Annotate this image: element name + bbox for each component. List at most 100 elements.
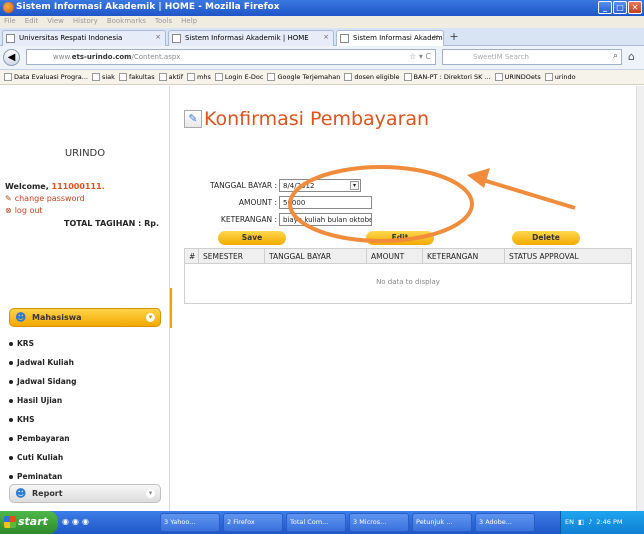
- window-titlebar: Sistem Informasi Akademik | HOME - Mozil…: [0, 0, 644, 16]
- menu-edit[interactable]: Edit: [25, 17, 39, 27]
- log-out-link[interactable]: ⊗ log out: [5, 206, 43, 215]
- task-button[interactable]: Petunjuk ...: [412, 513, 472, 532]
- column-header[interactable]: TANGGAL BAYAR: [265, 249, 367, 263]
- bookmark-label: Data Evaluasi Progra...: [14, 73, 88, 81]
- minimize-icon[interactable]: _: [598, 1, 612, 14]
- bookmark-item[interactable]: BAN-PT : Direktori SK ...: [403, 73, 491, 81]
- bookmark-item[interactable]: Login E-Doc: [214, 73, 263, 81]
- tab-close-icon[interactable]: ×: [155, 33, 161, 41]
- start-button[interactable]: start: [0, 511, 58, 534]
- menu-item-jadwal-sidang[interactable]: Jadwal Sidang: [9, 372, 77, 391]
- close-icon[interactable]: ✕: [628, 1, 642, 14]
- menu-item-label: Jadwal Kuliah: [17, 358, 74, 367]
- bookmark-item[interactable]: aktif: [158, 73, 183, 81]
- search-icon[interactable]: ⌕: [613, 51, 618, 61]
- change-password-link[interactable]: ✎ change password: [5, 194, 85, 203]
- tab-siakad-1[interactable]: Sistem Informasi Akademik | HOME ×: [168, 30, 334, 46]
- bookmark-star-icon[interactable]: ☆ ▾ C: [409, 52, 431, 61]
- task-button[interactable]: 3 Adobe...: [475, 513, 535, 532]
- task-button[interactable]: 2 Firefox: [223, 513, 283, 532]
- tray-icon[interactable]: ◧: [578, 518, 584, 534]
- bookmark-item[interactable]: Data Evaluasi Progra...: [4, 73, 88, 81]
- page-icon: [267, 73, 276, 81]
- bookmark-item[interactable]: urindo: [544, 73, 576, 81]
- bookmark-item[interactable]: mhs: [187, 73, 211, 81]
- menu-help[interactable]: Help: [181, 17, 197, 27]
- page-icon: [340, 34, 349, 43]
- task-button[interactable]: 3 Micros...: [349, 513, 409, 532]
- menu-tools[interactable]: Tools: [155, 17, 172, 27]
- save-button[interactable]: Save: [218, 231, 286, 245]
- bookmark-item[interactable]: fakultas: [118, 73, 155, 81]
- edit-button[interactable]: Edit: [366, 231, 434, 245]
- column-header[interactable]: STATUS APPROVAL: [505, 249, 631, 263]
- quick-launch-icon[interactable]: ◉: [62, 517, 69, 526]
- menu-report[interactable]: ☻ Report ▾: [9, 484, 161, 503]
- grid-header: # SEMESTER TANGGAL BAYAR AMOUNT KETERANG…: [184, 248, 632, 264]
- amount-input[interactable]: 50000: [279, 196, 372, 209]
- language-indicator[interactable]: EN: [565, 518, 574, 534]
- bookmark-item[interactable]: Google Terjemahan: [267, 73, 340, 81]
- column-header[interactable]: #: [185, 249, 199, 263]
- page-icon: [118, 73, 127, 81]
- menu-item-jadwal-kuliah[interactable]: Jadwal Kuliah: [9, 353, 77, 372]
- page-title: ✎ Konfirmasi Pembayaran: [184, 108, 429, 130]
- column-header[interactable]: KETERANGAN: [423, 249, 505, 263]
- page-icon: [172, 34, 181, 43]
- bookmark-item[interactable]: siak: [91, 73, 115, 81]
- menu-item-khs[interactable]: KHS: [9, 410, 77, 429]
- chevron-down-icon[interactable]: ▾: [350, 181, 359, 190]
- tanggal-bayar-input[interactable]: 8/4/2012 ▾: [279, 179, 361, 192]
- key-icon: ✎: [5, 194, 12, 203]
- menu-item-cuti-kuliah[interactable]: Cuti Kuliah: [9, 448, 77, 467]
- amount-value: 50000: [283, 199, 306, 207]
- bookmark-label: mhs: [197, 73, 211, 81]
- back-button[interactable]: ◀: [3, 49, 20, 66]
- search-input[interactable]: SweetIM Search ⌕: [442, 49, 622, 65]
- page-icon: [214, 73, 223, 81]
- column-header[interactable]: AMOUNT: [367, 249, 423, 263]
- volume-icon[interactable]: ♪: [588, 518, 592, 534]
- page-icon: [4, 73, 12, 81]
- page-scrollbar[interactable]: [636, 86, 644, 511]
- menu-item-label: Peminatan: [17, 472, 63, 481]
- window-controls: _ □ ✕: [598, 1, 642, 14]
- page-icon: [91, 73, 100, 81]
- tab-close-icon[interactable]: ×: [433, 33, 439, 41]
- site-icon: [6, 34, 15, 43]
- menu-item-pembayaran[interactable]: Pembayaran: [9, 429, 77, 448]
- page-icon: [158, 73, 167, 81]
- bullet-icon: [9, 474, 13, 479]
- bookmark-item[interactable]: dosen eligible: [344, 73, 400, 81]
- start-label: start: [18, 515, 48, 528]
- column-header[interactable]: SEMESTER: [199, 249, 265, 263]
- menu-item-label: Cuti Kuliah: [17, 453, 64, 462]
- delete-button[interactable]: Delete: [512, 231, 580, 245]
- quick-launch-icon[interactable]: ◉: [82, 517, 89, 526]
- menu-item-hasil-ujian[interactable]: Hasil Ujian: [9, 391, 77, 410]
- menu-file[interactable]: File: [4, 17, 16, 27]
- new-tab-button[interactable]: +: [447, 31, 461, 44]
- menu-history[interactable]: History: [73, 17, 98, 27]
- tab-siakad-2[interactable]: Sistem Informasi Akademik | HOME ×: [336, 30, 444, 46]
- menu-mahasiswa[interactable]: ☻ Mahasiswa ▾: [9, 308, 161, 327]
- bookmark-item[interactable]: URINDOets: [494, 73, 541, 81]
- maximize-icon[interactable]: □: [613, 1, 627, 14]
- menu-item-label: KHS: [17, 415, 35, 424]
- search-placeholder: SweetIM Search: [473, 53, 529, 61]
- task-button[interactable]: 3 Yahoo...: [160, 513, 220, 532]
- task-button[interactable]: Total Com...: [286, 513, 346, 532]
- tab-urindo[interactable]: Universitas Respati Indonesia ×: [2, 30, 166, 46]
- menu-view[interactable]: View: [47, 17, 64, 27]
- bookmark-label: fakultas: [128, 73, 155, 81]
- page-icon: [403, 73, 412, 81]
- keterangan-input[interactable]: biaya kuliah bulan oktober: [279, 213, 372, 226]
- url-bar[interactable]: www.ets-urindo.com/Content.aspx ☆ ▾ C: [26, 49, 436, 65]
- home-icon[interactable]: ⌂: [628, 50, 635, 63]
- brand-label: URINDO: [64, 148, 106, 159]
- menu-bookmarks[interactable]: Bookmarks: [107, 17, 146, 27]
- menu-item-krs[interactable]: KRS: [9, 334, 77, 353]
- quick-launch-icon[interactable]: ◉: [72, 517, 79, 526]
- welcome-text: Welcome, 111000111.: [5, 182, 105, 191]
- tab-close-icon[interactable]: ×: [323, 33, 329, 41]
